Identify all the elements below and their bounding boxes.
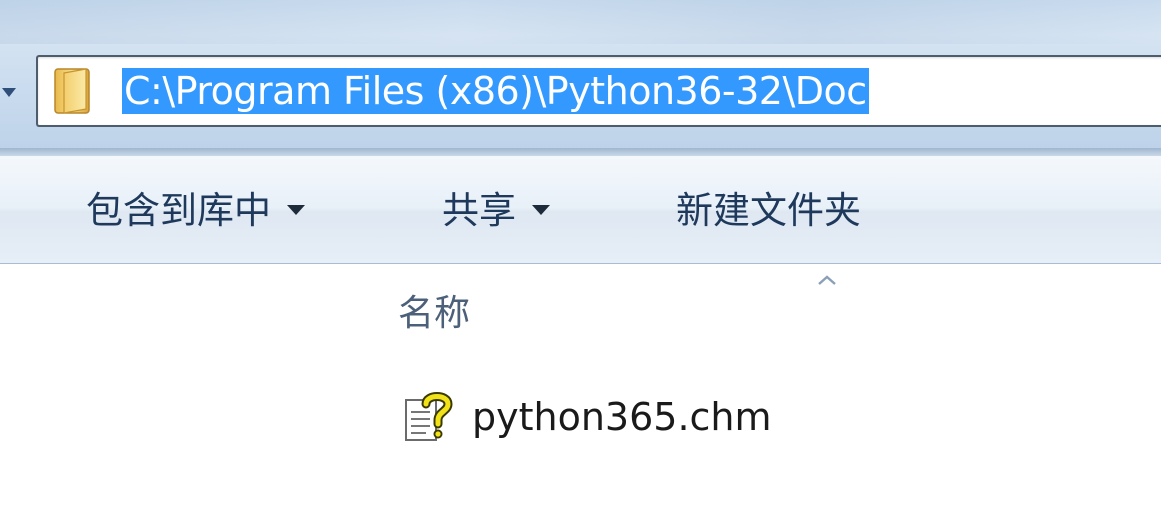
- dropdown-arrow-icon: [532, 204, 550, 215]
- title-bar-background: [0, 0, 1161, 44]
- share-label: 共享: [442, 189, 516, 232]
- chevron-down-icon[interactable]: [0, 80, 26, 106]
- sort-ascending-icon: [817, 271, 837, 285]
- address-bar-region: C:\Program Files (x86)\Python36-32\Doc: [0, 0, 1161, 158]
- file-name[interactable]: python365.chm: [472, 388, 772, 446]
- navigation-pane[interactable]: [0, 264, 372, 524]
- include-in-library-button[interactable]: 包含到库中: [86, 186, 305, 236]
- file-list-item[interactable]: python365.chm: [398, 388, 898, 446]
- address-bar-divider: [0, 148, 1161, 156]
- new-folder-button[interactable]: 新建文件夹: [676, 186, 861, 236]
- command-toolbar: 包含到库中 共享 新建文件夹: [0, 156, 1161, 264]
- share-button[interactable]: 共享: [442, 186, 550, 236]
- new-folder-label: 新建文件夹: [676, 189, 861, 232]
- address-path-text[interactable]: C:\Program Files (x86)\Python36-32\Doc: [122, 68, 869, 114]
- dropdown-arrow-icon: [287, 204, 305, 215]
- include-in-library-label: 包含到库中: [86, 189, 271, 232]
- folder-icon: [52, 65, 92, 117]
- chm-help-file-icon: [402, 390, 454, 444]
- column-header-name[interactable]: 名称: [398, 290, 470, 338]
- address-bar[interactable]: C:\Program Files (x86)\Python36-32\Doc: [36, 55, 1161, 127]
